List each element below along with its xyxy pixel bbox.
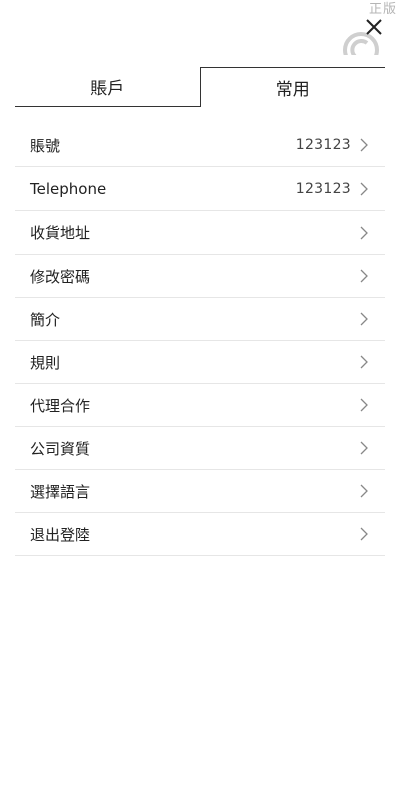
chevron-right-icon (360, 312, 368, 326)
account-value: 123123 (295, 137, 351, 153)
close-button[interactable] (364, 17, 384, 37)
chevron-right-icon (360, 269, 368, 283)
menu-item-label: 選擇語言 (30, 482, 91, 501)
chevron-right-icon (360, 441, 368, 455)
chevron-right-icon (360, 226, 368, 239)
menu-item-label: 規則 (30, 353, 61, 372)
menu-item-label: 公司資質 (30, 439, 91, 458)
menu-item-introduction[interactable]: 簡介 (15, 298, 385, 341)
menu-item-rules[interactable]: 規則 (15, 341, 385, 384)
settings-page: 正版 賬戶 常用 賬號 123123 Telephone 123123 收貨地址 (0, 0, 400, 800)
tab-common[interactable]: 常用 (199, 67, 385, 107)
close-icon (366, 19, 382, 35)
watermark-text: 正版 (368, 2, 397, 17)
menu-item-label: 簡介 (30, 310, 61, 329)
chevron-right-icon (360, 138, 368, 152)
telephone-value: 123123 (295, 180, 351, 197)
menu-list: 賬號 123123 Telephone 123123 收貨地址 修改密碼 簡介 … (15, 124, 385, 556)
chevron-right-icon (360, 355, 368, 369)
chevron-right-icon (360, 527, 368, 541)
menu-item-label: 退出登陸 (30, 525, 91, 544)
menu-item-label: 收貨地址 (30, 224, 91, 242)
menu-item-agency-cooperation[interactable]: 代理合作 (15, 384, 385, 427)
chevron-right-icon (360, 484, 368, 498)
menu-item-label: 修改密碼 (30, 267, 91, 286)
menu-item-telephone[interactable]: Telephone 123123 (15, 167, 385, 211)
menu-item-shipping-address[interactable]: 收貨地址 (15, 211, 385, 255)
menu-item-company-qualification[interactable]: 公司資質 (15, 427, 385, 470)
menu-item-account[interactable]: 賬號 123123 (15, 124, 385, 167)
chevron-right-icon (360, 398, 368, 412)
tab-account[interactable]: 賬戶 (15, 67, 200, 107)
chevron-right-icon (360, 182, 368, 195)
menu-item-change-password[interactable]: 修改密碼 (15, 255, 385, 298)
tab-bar: 賬戶 常用 (15, 67, 385, 107)
menu-item-label: 代理合作 (30, 396, 91, 415)
menu-item-label: 賬號 (30, 136, 61, 155)
menu-item-label: Telephone (30, 179, 107, 198)
menu-item-logout[interactable]: 退出登陸 (15, 513, 385, 556)
menu-item-select-language[interactable]: 選擇語言 (15, 470, 385, 513)
